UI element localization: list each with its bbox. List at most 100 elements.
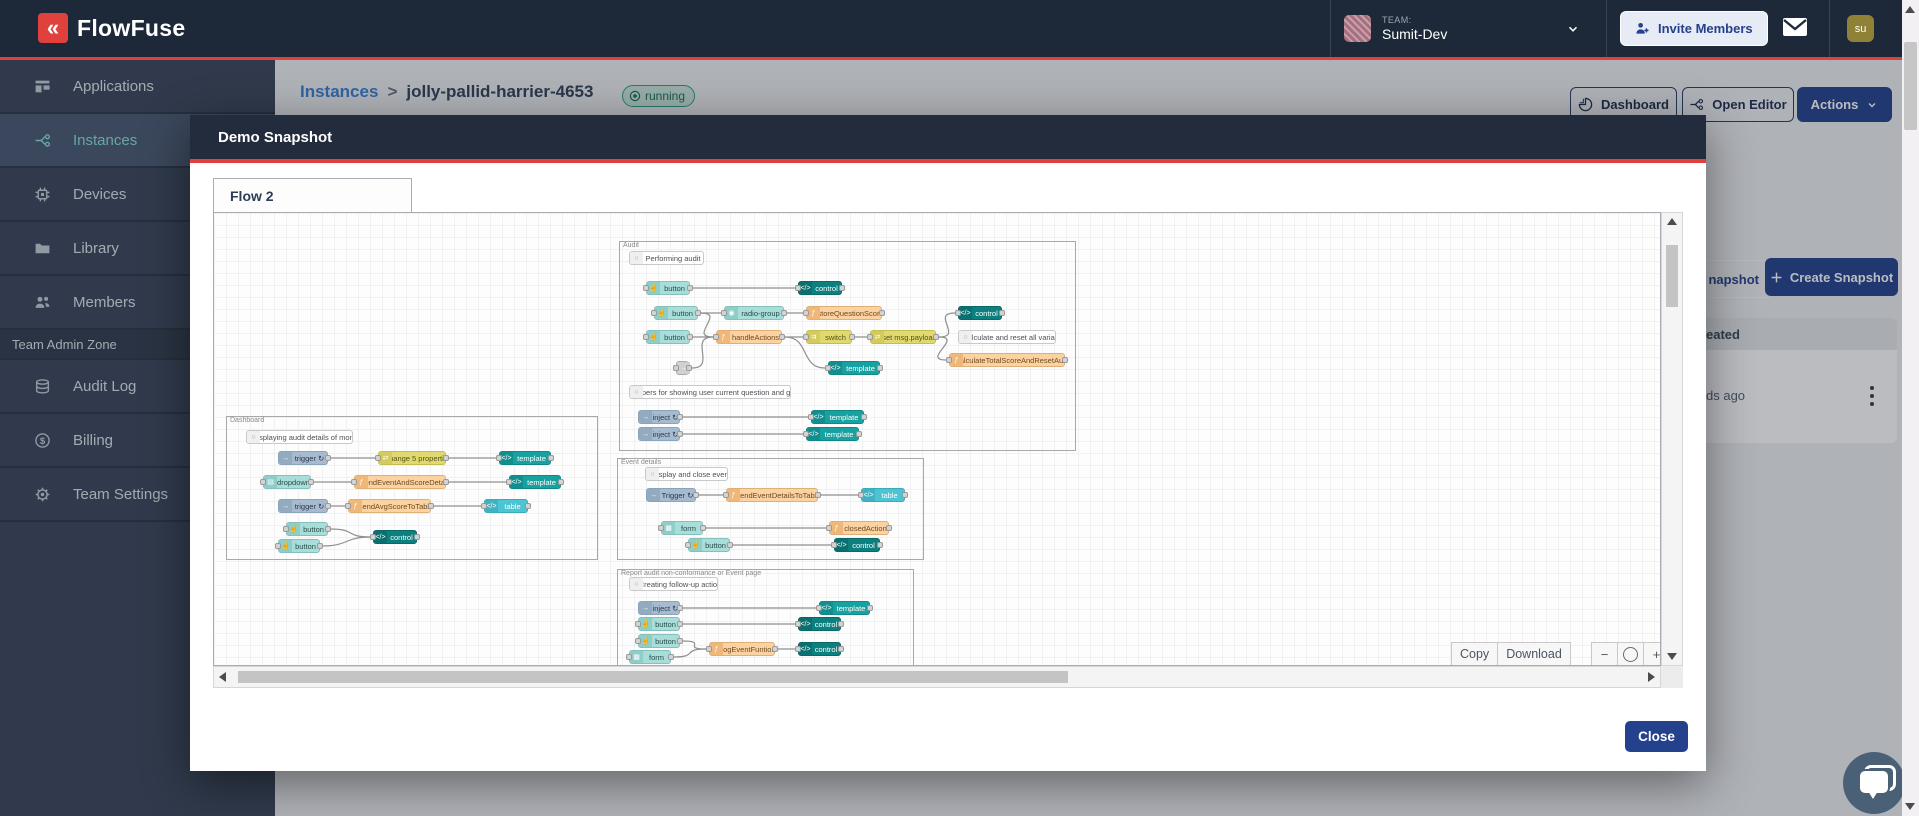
navbar-divider xyxy=(1330,0,1331,57)
invite-members-label: Invite Members xyxy=(1658,21,1753,36)
node-input-port xyxy=(795,646,801,652)
browser-scroll-thumb[interactable] xyxy=(1904,42,1917,130)
node-input-port xyxy=(808,414,814,420)
copy-button[interactable]: Copy xyxy=(1451,642,1499,665)
browser-scrollbar[interactable] xyxy=(1902,0,1919,816)
flow-node-control: </> control xyxy=(795,281,845,295)
horizontal-scroll-thumb[interactable] xyxy=(238,671,1068,683)
flow-node-label: set msg.payload xyxy=(884,332,935,342)
flow-node-label: radio-group xyxy=(741,308,780,318)
modal-title: Demo Snapshot xyxy=(218,128,333,146)
node-output-port xyxy=(668,654,674,660)
scroll-up-icon[interactable] xyxy=(1667,218,1677,225)
node-input-port xyxy=(496,455,502,461)
zoom-reset-button[interactable] xyxy=(1617,642,1644,665)
invite-members-button[interactable]: Invite Members xyxy=(1620,11,1768,46)
flow-node-label: control xyxy=(815,283,838,293)
team-avatar xyxy=(1344,15,1371,42)
flow-canvas[interactable]: Audit Dashboard Event details Report audit … xyxy=(213,212,1661,666)
node-input-port xyxy=(795,621,801,627)
flow-node-button: ☝ button xyxy=(643,330,693,344)
node-input-port xyxy=(706,646,712,652)
flow-node-storequestionscore: ƒ storeQuestionScore xyxy=(803,306,885,320)
flow-node-steppers-for-showing-user-current-question-and-group: ○steppers for showing user current quest… xyxy=(629,385,791,399)
flow-node-label: template xyxy=(824,429,854,439)
flow-node-creating-follow-up-action: ○Creating follow-up action xyxy=(629,577,718,591)
scroll-right-icon[interactable] xyxy=(1648,672,1655,682)
vertical-scroll-thumb[interactable] xyxy=(1666,245,1678,307)
zoom-out-button[interactable]: − xyxy=(1591,642,1618,665)
inject-icon: → xyxy=(639,428,652,440)
flow-node-handleactions: ƒ handleActions xyxy=(713,330,785,344)
flow-node-button: ☝ button xyxy=(635,634,683,648)
team-selector[interactable]: TEAM: Sumit-Dev xyxy=(1344,9,1594,48)
node-input-port xyxy=(260,479,266,485)
inject-icon: → xyxy=(639,411,652,423)
node-output-port xyxy=(879,310,885,316)
node-output-port xyxy=(838,621,844,627)
node-input-port xyxy=(375,455,381,461)
node-output-port xyxy=(525,503,531,509)
flow-node-label: control xyxy=(814,644,838,654)
node-output-port xyxy=(861,414,867,420)
flow-wire xyxy=(691,336,714,369)
flow-node-label: Displaying audit details of month xyxy=(260,432,352,442)
flow-node-inject-: → inject ↻ xyxy=(638,410,683,424)
flow-node-button: ☝ button xyxy=(283,522,331,536)
download-button[interactable]: Download xyxy=(1497,642,1571,665)
zoom-reset-circle-icon xyxy=(1623,646,1638,662)
chat-widget-button[interactable] xyxy=(1843,752,1905,814)
node-output-port xyxy=(849,334,855,340)
flow-node-form: ▦ form xyxy=(658,521,706,535)
scroll-down-icon[interactable] xyxy=(1667,653,1677,660)
flow-node-label: Creating follow-up action xyxy=(643,579,717,589)
node-output-port xyxy=(695,310,701,316)
node-output-port xyxy=(877,542,883,548)
flow-node-label: table xyxy=(881,490,898,500)
flow-node-label: template xyxy=(829,412,859,422)
flow-node-label: button xyxy=(303,524,324,534)
node-output-port xyxy=(687,285,693,291)
node-input-port xyxy=(635,621,641,627)
flow-node-sendeventdetailstotable: ƒ sendEventDetailsToTable xyxy=(723,488,821,502)
flow-node-label: template xyxy=(527,477,556,487)
node-input-port xyxy=(867,334,873,340)
navbar-divider xyxy=(1829,0,1830,57)
comment-icon: ○ xyxy=(646,468,659,480)
flow-node-label: control xyxy=(814,619,838,629)
mail-icon[interactable] xyxy=(1782,16,1810,40)
flow-node-label: button xyxy=(664,332,685,342)
node-output-port xyxy=(325,503,331,509)
scroll-left-icon[interactable] xyxy=(219,672,226,682)
canvas-vertical-scrollbar[interactable] xyxy=(1661,212,1683,666)
inject-icon: → xyxy=(639,602,652,614)
flowfuse-logo[interactable]: « FlowFuse xyxy=(38,13,185,43)
flow-node-label: table xyxy=(504,501,521,511)
flow-node-label: Trigger ↻ xyxy=(661,490,694,500)
flow-node-trigger-: → trigger ↻ xyxy=(278,451,331,465)
zoom-in-button[interactable]: + xyxy=(1643,642,1660,665)
node-output-port xyxy=(325,526,331,532)
node-input-port xyxy=(275,543,281,549)
flow-wire xyxy=(700,312,714,338)
user-avatar[interactable]: su xyxy=(1847,15,1874,42)
node-input-port xyxy=(946,357,952,363)
node-input-port xyxy=(723,492,729,498)
canvas-horizontal-scrollbar[interactable] xyxy=(213,666,1661,688)
close-button[interactable]: Close xyxy=(1625,721,1688,752)
inject-icon: → xyxy=(647,489,660,501)
scroll-down-icon[interactable] xyxy=(1905,803,1915,810)
node-output-port xyxy=(700,525,706,531)
node-output-port xyxy=(677,605,683,611)
flow-node-label: change 5 properties xyxy=(392,453,445,463)
node-output-port xyxy=(325,455,331,461)
flow-node-label: steppers for showing user current questi… xyxy=(643,387,790,397)
flow-node-label: form xyxy=(649,652,664,662)
node-input-port xyxy=(803,431,809,437)
flow-node-template: </> template xyxy=(496,451,554,465)
flow-node-table: </> table xyxy=(858,488,908,502)
navbar-divider xyxy=(1606,0,1607,57)
flow-node-table: </> table xyxy=(481,499,531,513)
scroll-up-icon[interactable] xyxy=(1905,6,1915,13)
tab-flow-2[interactable]: Flow 2 xyxy=(213,178,412,212)
